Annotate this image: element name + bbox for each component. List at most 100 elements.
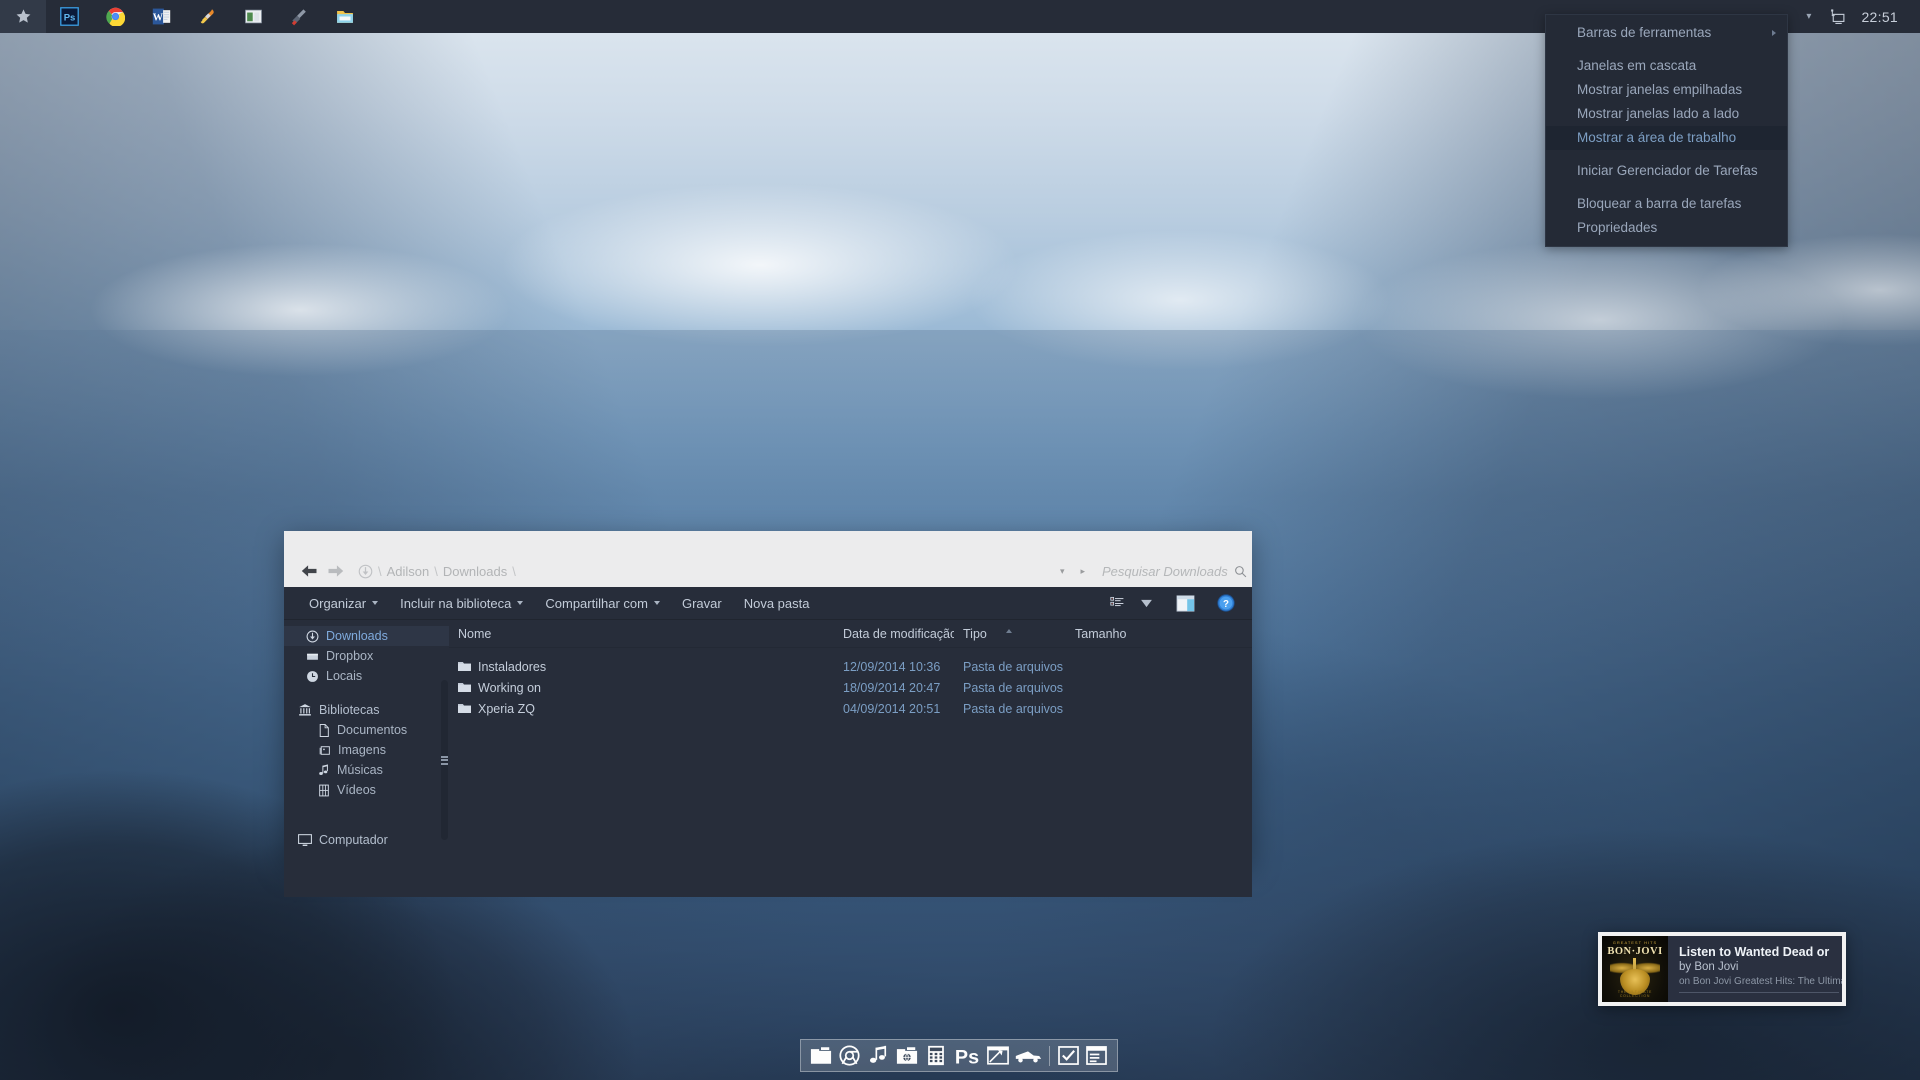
view-options-icon[interactable]: [1103, 592, 1134, 614]
file-name-cell[interactable]: Working on: [449, 681, 834, 695]
tray-show-hidden-icon[interactable]: ▾: [1797, 0, 1820, 33]
ctx-separator: [1546, 150, 1787, 159]
sidebar-item-computador[interactable]: Computador: [284, 830, 449, 850]
dock-checkbox-icon[interactable]: [1054, 1041, 1083, 1070]
ctx-item-toolbars[interactable]: Barras de ferramentas: [1546, 21, 1787, 45]
address-bar-right[interactable]: ▾ ▸ Pesquisar Downloads: [1053, 564, 1247, 579]
svg-text:Ps: Ps: [955, 1046, 979, 1066]
column-header-tamanho[interactable]: Tamanho: [1066, 627, 1176, 641]
dock-web-browser-icon[interactable]: [893, 1041, 922, 1070]
file-list-pane[interactable]: Nome Data de modificação Tipo Tamanho In…: [449, 620, 1252, 897]
splitter-track[interactable]: [441, 680, 448, 840]
dock-list-window-icon[interactable]: [1082, 1041, 1111, 1070]
taskbar-star-icon[interactable]: [0, 0, 46, 33]
desktop[interactable]: Ps W ▾ 22:51 Barras de ferramentas Janel…: [0, 0, 1920, 1080]
breadcrumb[interactable]: \ Adilson \ Downloads \: [358, 564, 1053, 579]
navigation-pane[interactable]: Downloads Dropbox Locais Bibliotecas Doc…: [284, 620, 449, 897]
tray-caret-glyph: ▾: [1806, 11, 1812, 22]
refresh-arrow-icon[interactable]: ▸: [1073, 566, 1092, 577]
table-row[interactable]: Working on 18/09/2014 20:47 Pasta de arq…: [449, 677, 1252, 698]
download-circle-icon: [306, 630, 319, 643]
dock-calculator-icon[interactable]: [921, 1041, 950, 1070]
sidebar-item-musicas[interactable]: Músicas: [284, 760, 449, 780]
sidebar-item-label: Downloads: [326, 629, 388, 643]
taskbar-context-menu[interactable]: Barras de ferramentas Janelas em cascata…: [1545, 14, 1788, 247]
address-bar[interactable]: \ Adilson \ Downloads \ ▾ ▸ Pesquisar Do…: [284, 555, 1252, 587]
file-name-cell[interactable]: Xperia ZQ: [449, 702, 834, 716]
taskbar-clock[interactable]: 22:51: [1855, 9, 1912, 25]
toolbar-compartilhar-com-button[interactable]: Compartilhar com: [534, 591, 671, 616]
dock-photoshop-icon[interactable]: Ps: [950, 1041, 984, 1070]
ctx-item-show-stacked[interactable]: Mostrar janelas empilhadas: [1546, 78, 1787, 102]
bottom-dock[interactable]: Ps: [800, 1039, 1118, 1072]
column-header-row[interactable]: Nome Data de modificação Tipo Tamanho: [449, 620, 1252, 648]
table-row[interactable]: Instaladores 12/09/2014 10:36 Pasta de a…: [449, 656, 1252, 677]
column-header-data[interactable]: Data de modificação: [834, 627, 954, 641]
preview-pane-icon[interactable]: [1169, 591, 1202, 616]
taskbar-photoshop-icon[interactable]: Ps: [46, 0, 92, 33]
music-notification-popup[interactable]: GREATEST HITS BON·JOVI THE ULTIMATE COLL…: [1598, 932, 1846, 1006]
sidebar-item-label: Documentos: [337, 723, 408, 737]
address-history-dropdown-icon[interactable]: ▾: [1053, 566, 1072, 577]
taskbar-word-icon[interactable]: W: [138, 0, 184, 33]
toolbar-organizar-button[interactable]: Organizar: [298, 591, 389, 616]
search-icon[interactable]: [1234, 565, 1247, 578]
table-row[interactable]: Xperia ZQ 04/09/2014 20:51 Pasta de arqu…: [449, 698, 1252, 719]
help-icon[interactable]: ?: [1210, 590, 1242, 616]
svg-text:?: ?: [1223, 599, 1229, 610]
file-name-cell[interactable]: Instaladores: [449, 660, 834, 674]
ctx-label: Propriedades: [1577, 220, 1658, 235]
taskbar-paint-brush-icon[interactable]: [184, 0, 230, 33]
taskbar-tools-icon[interactable]: [276, 0, 322, 33]
ctx-item-properties[interactable]: Propriedades: [1546, 216, 1787, 240]
folder-icon: [458, 682, 471, 693]
toolbar-gravar-button[interactable]: Gravar: [671, 591, 733, 616]
sidebar-splitter[interactable]: [440, 680, 449, 840]
album-art-bottom-text: THE ULTIMATE COLLECTION: [1617, 990, 1653, 998]
breadcrumb-separator: \: [434, 563, 438, 579]
system-tray[interactable]: ▾ 22:51: [1797, 0, 1920, 33]
toolbar-nova-pasta-button[interactable]: Nova pasta: [733, 591, 821, 616]
ctx-item-show-desktop[interactable]: Mostrar a área de trabalho: [1546, 126, 1787, 150]
breadcrumb-item-adilson[interactable]: Adilson: [387, 564, 430, 579]
view-options-dropdown-icon[interactable]: [1134, 595, 1159, 612]
dock-folder-icon[interactable]: [807, 1041, 836, 1070]
column-header-tipo[interactable]: Tipo: [954, 627, 1066, 641]
ctx-label: Mostrar a área de trabalho: [1577, 130, 1737, 145]
forward-arrow-icon[interactable]: [322, 564, 348, 578]
toolbar-label: Organizar: [309, 595, 367, 611]
dock-car-icon[interactable]: [1012, 1041, 1045, 1070]
taskbar-chrome-icon[interactable]: [92, 0, 138, 33]
sidebar-item-dropbox[interactable]: Dropbox: [284, 646, 449, 666]
dock-chrome-icon[interactable]: [836, 1041, 865, 1070]
sidebar-item-label: Vídeos: [337, 783, 376, 797]
window-titlebar[interactable]: [284, 531, 1252, 555]
breadcrumb-item-downloads[interactable]: Downloads: [443, 564, 507, 579]
sidebar-item-downloads[interactable]: Downloads: [284, 626, 449, 646]
taskbar-window-app-icon[interactable]: [230, 0, 276, 33]
album-art-artist-text: BON·JOVI: [1607, 946, 1663, 957]
ctx-item-show-side-by-side[interactable]: Mostrar janelas lado a lado: [1546, 102, 1787, 126]
toolbar-incluir-biblioteca-button[interactable]: Incluir na biblioteca: [389, 591, 534, 616]
sidebar-item-imagens[interactable]: Imagens: [284, 740, 449, 760]
ctx-item-task-manager[interactable]: Iniciar Gerenciador de Tarefas: [1546, 159, 1787, 183]
sidebar-item-bibliotecas[interactable]: Bibliotecas: [284, 700, 449, 720]
sidebar-item-documentos[interactable]: Documentos: [284, 720, 449, 740]
file-rows[interactable]: Instaladores 12/09/2014 10:36 Pasta de a…: [449, 648, 1252, 719]
chevron-down-icon: [517, 601, 524, 605]
ctx-item-lock-taskbar[interactable]: Bloquear a barra de tarefas: [1546, 192, 1787, 216]
taskbar-folder-explorer-icon[interactable]: [322, 0, 368, 33]
search-input[interactable]: Pesquisar Downloads: [1094, 564, 1247, 579]
sidebar-item-locais[interactable]: Locais: [284, 666, 449, 686]
dock-music-note-icon[interactable]: [864, 1041, 893, 1070]
column-header-nome[interactable]: Nome: [449, 627, 834, 641]
file-explorer-window[interactable]: \ Adilson \ Downloads \ ▾ ▸ Pesquisar Do…: [284, 531, 1252, 897]
sidebar-item-videos[interactable]: Vídeos: [284, 780, 449, 800]
explorer-toolbar[interactable]: Organizar Incluir na biblioteca Comparti…: [284, 587, 1252, 620]
back-arrow-icon[interactable]: [296, 564, 322, 578]
file-name-label: Working on: [478, 680, 541, 695]
tray-network-icon[interactable]: [1820, 0, 1855, 33]
sidebar-item-label: Bibliotecas: [319, 703, 380, 717]
dock-snipping-tool-icon[interactable]: [984, 1041, 1013, 1070]
ctx-item-cascade-windows[interactable]: Janelas em cascata: [1546, 54, 1787, 78]
